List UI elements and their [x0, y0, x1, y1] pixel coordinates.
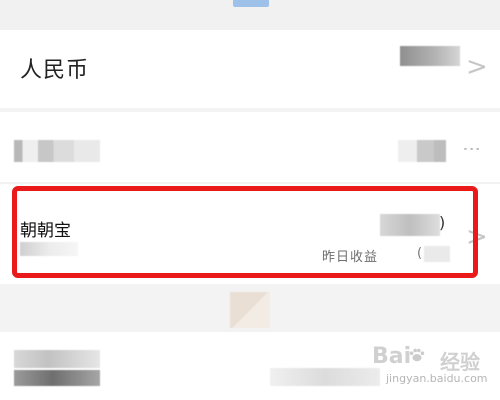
watermark-brand: Bai — [372, 344, 412, 369]
highlight-box — [12, 186, 478, 278]
baidu-jingyan-watermark: Bai 经验 jingyan.baidu.com — [372, 344, 492, 394]
bottom-sub-redacted — [14, 370, 100, 386]
currency-title: 人民币 — [20, 58, 90, 83]
watermark-url: jingyan.baidu.com — [386, 372, 488, 385]
watermark-jingyan: 经验 — [440, 350, 480, 374]
account-name-redacted — [14, 140, 100, 162]
currency-amount-redacted — [400, 46, 460, 66]
bottom-name-redacted — [14, 350, 100, 368]
chevron-right-icon[interactable]: > — [466, 54, 488, 80]
account-amount-redacted — [398, 140, 446, 162]
section-icon-redacted — [230, 292, 270, 328]
tab-indicator — [233, 0, 269, 7]
more-options-icon[interactable]: ⋮ — [461, 140, 482, 155]
bottom-amount-redacted — [270, 368, 380, 386]
paw-icon — [409, 348, 425, 362]
